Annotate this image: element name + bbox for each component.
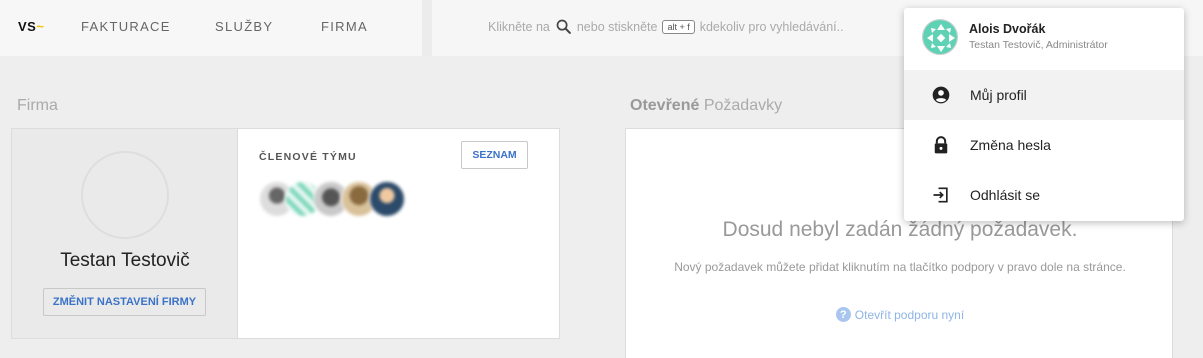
firm-card: Testan Testovič ZMĚNIT NASTAVENÍ FIRMY Č… (11, 128, 560, 339)
shortcut-badge: alt + f (662, 19, 695, 34)
user-role: , Administrátor (1040, 39, 1108, 51)
open-support-label: Otevřít podporu nyní (854, 307, 965, 322)
logo[interactable]: VS~ (18, 19, 44, 34)
search-icon[interactable] (555, 18, 572, 35)
nav-divider (422, 0, 432, 56)
nav-item-firma[interactable]: FIRMA (321, 19, 368, 34)
user-avatar (922, 19, 958, 55)
nav-item-sluzby[interactable]: SLUŽBY (215, 19, 273, 34)
logo-accent: ~ (36, 19, 45, 34)
user-company-role: Testan Testovič, Administrátor (969, 39, 1108, 51)
menu-item-logout[interactable]: Odhlásit se (904, 170, 1184, 220)
requests-title-rest: Požadavky (703, 97, 783, 114)
search-hint[interactable]: Klikněte na nebo stiskněte alt + f kdeko… (488, 18, 844, 35)
logo-text: VS (18, 19, 37, 34)
menu-item-label: Změna hesla (970, 137, 1051, 153)
user-name: Alois Dvořák (969, 22, 1046, 36)
logout-icon (931, 185, 951, 205)
menu-item-label: Můj profil (970, 87, 1027, 103)
menu-item-profile[interactable]: Můj profil (904, 70, 1184, 120)
requests-title-bold: Otevřené (630, 97, 700, 114)
firm-profile-panel: Testan Testovič ZMĚNIT NASTAVENÍ FIRMY (12, 129, 238, 338)
nav-item-fakturace[interactable]: FAKTURACE (81, 19, 171, 34)
requests-empty-title: Dosud nebyl zadán žádný požadavek. (722, 218, 1078, 241)
user-company: Testan Testovič (969, 39, 1041, 51)
team-avatars (259, 181, 419, 217)
menu-item-label: Odhlásit se (970, 187, 1041, 203)
requests-section-title: Otevřené Požadavky (630, 97, 782, 115)
user-menu-dropdown: Alois Dvořák Testan Testovič, Administrá… (904, 8, 1184, 221)
requests-empty-subtitle: Nový požadavek můžete přidat kliknutím n… (674, 260, 1126, 274)
help-icon: ? (835, 307, 851, 322)
search-hint-middle: nebo stiskněte (576, 19, 658, 34)
firm-name: Testan Testovič (60, 250, 190, 271)
lock-icon (931, 135, 951, 155)
change-firm-settings-button[interactable]: ZMĚNIT NASTAVENÍ FIRMY (43, 288, 206, 316)
firm-avatar (81, 151, 169, 239)
search-hint-after: kdekoliv pro vyhledávání.. (699, 19, 844, 34)
team-list-button[interactable]: SEZNAM (461, 141, 528, 169)
account-circle-icon (931, 85, 951, 105)
open-support-link[interactable]: ? Otevřít podporu nyní (626, 307, 1174, 322)
search-hint-before: Klikněte na (488, 19, 550, 34)
brand-area: VS~ FAKTURACE SLUŽBY FIRMA (0, 0, 422, 56)
team-member-avatar[interactable] (369, 181, 405, 217)
team-members-label: ČLENOVÉ TÝMU (259, 151, 357, 163)
menu-item-change-password[interactable]: Změna hesla (904, 120, 1184, 170)
firm-section-title: Firma (17, 97, 58, 114)
